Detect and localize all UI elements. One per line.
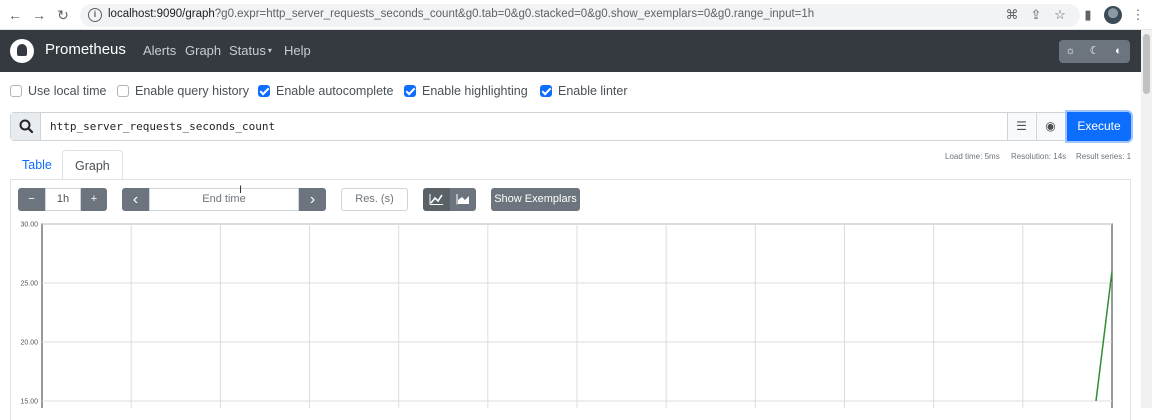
- stacked-chart-toggle[interactable]: [450, 188, 476, 211]
- end-time-input[interactable]: End time: [149, 188, 299, 211]
- search-icon: [11, 113, 41, 140]
- auto-theme-icon[interactable]: ◐: [1107, 40, 1130, 63]
- y-tick-label: 25.00: [20, 281, 38, 288]
- reload-icon[interactable]: ↻: [54, 6, 72, 24]
- option-enable-autocomplete[interactable]: Enable autocomplete: [258, 84, 393, 100]
- format-expression-icon[interactable]: ☰: [1007, 113, 1035, 140]
- resolution-input[interactable]: Res. (s): [341, 188, 408, 211]
- checkbox[interactable]: [540, 85, 552, 97]
- increase-range-button[interactable]: +: [81, 188, 107, 211]
- option-label: Enable autocomplete: [276, 84, 394, 98]
- nav-link-graph[interactable]: Graph: [185, 43, 221, 58]
- chevron-down-icon: ▾: [267, 46, 272, 55]
- option-label: Enable linter: [558, 84, 628, 98]
- expression-input[interactable]: http_server_requests_seconds_count: [50, 120, 275, 133]
- checkbox[interactable]: [258, 85, 270, 97]
- side-panel-icon[interactable]: ▮: [1080, 7, 1096, 23]
- graph-chart: 30.00 25.00 20.00 15.00: [20, 222, 1113, 408]
- nav-link-help[interactable]: Help: [284, 43, 311, 58]
- option-enable-linter[interactable]: Enable linter: [540, 84, 628, 100]
- option-label: Use local time: [28, 84, 107, 98]
- arrow-right-icon[interactable]: →: [30, 6, 48, 24]
- query-bar: http_server_requests_seconds_count ☰ ◉ E…: [10, 112, 1131, 141]
- arrow-left-icon[interactable]: ←: [6, 6, 24, 24]
- y-tick-label: 20.00: [20, 340, 38, 347]
- profile-avatar[interactable]: [1104, 6, 1122, 24]
- execute-button[interactable]: Execute: [1067, 112, 1131, 141]
- area-chart-icon: [456, 194, 469, 205]
- address-bar[interactable]: i localhost:9090/graph?g0.expr=http_serv…: [80, 4, 1080, 27]
- checkbox[interactable]: [10, 85, 22, 97]
- nav-link-status-label: Status: [229, 43, 266, 58]
- theme-switcher: ☼ ☾ ◐: [1059, 40, 1130, 63]
- option-enable-highlighting[interactable]: Enable highlighting: [404, 84, 528, 100]
- option-enable-query-history[interactable]: Enable query history: [117, 84, 249, 100]
- brand-title[interactable]: Prometheus: [45, 41, 126, 58]
- more-menu-icon[interactable]: ⋮: [1130, 7, 1146, 23]
- series-line: [1095, 271, 1113, 402]
- bookmark-star-icon[interactable]: ☆: [1052, 7, 1068, 23]
- option-use-local-time[interactable]: Use local time: [10, 84, 107, 100]
- page-scrollbar[interactable]: [1141, 30, 1152, 408]
- y-tick-label: 30.00: [20, 222, 38, 229]
- checkbox[interactable]: [404, 85, 416, 97]
- result-series-stat: Result series: 1: [1076, 152, 1132, 161]
- y-tick-label: 15.00: [20, 399, 38, 406]
- top-navbar: Prometheus Alerts Graph Status ▾ Help ☼ ☾…: [0, 30, 1141, 72]
- prometheus-logo-icon[interactable]: [10, 39, 34, 63]
- option-label: Enable highlighting: [422, 84, 528, 98]
- line-chart-icon: [429, 194, 443, 205]
- scrollbar-thumb[interactable]: [1143, 34, 1150, 94]
- resolution-stat: Resolution: 14s: [1011, 152, 1067, 161]
- text-cursor-icon: I: [239, 184, 243, 196]
- tab-graph[interactable]: Graph: [62, 150, 123, 180]
- load-time-stat: Load time: 5ms: [945, 152, 1000, 161]
- share-icon[interactable]: ⇪: [1028, 7, 1044, 23]
- line-chart-toggle[interactable]: [423, 188, 450, 211]
- url-text: localhost:9090/graph?g0.expr=http_server…: [108, 8, 815, 20]
- tab-table[interactable]: Table: [10, 150, 64, 180]
- option-label: Enable query history: [135, 84, 249, 98]
- browser-toolbar: ← → ↻ i localhost:9090/graph?g0.expr=htt…: [0, 0, 1152, 30]
- site-info-icon[interactable]: i: [88, 8, 102, 22]
- next-time-button[interactable]: ›: [299, 188, 326, 211]
- decrease-range-button[interactable]: −: [18, 188, 45, 211]
- nav-link-alerts[interactable]: Alerts: [143, 43, 176, 58]
- show-exemplars-button[interactable]: Show Exemplars: [491, 188, 580, 211]
- metrics-explorer-icon[interactable]: ◉: [1036, 113, 1064, 140]
- light-theme-icon[interactable]: ☼: [1059, 40, 1082, 63]
- checkbox[interactable]: [117, 85, 129, 97]
- nav-link-status[interactable]: Status ▾: [229, 43, 272, 58]
- dark-theme-icon[interactable]: ☾: [1083, 40, 1106, 63]
- range-input[interactable]: 1h: [45, 188, 81, 211]
- translate-icon[interactable]: ⌘: [1004, 7, 1020, 23]
- prev-time-button[interactable]: ‹: [122, 188, 149, 211]
